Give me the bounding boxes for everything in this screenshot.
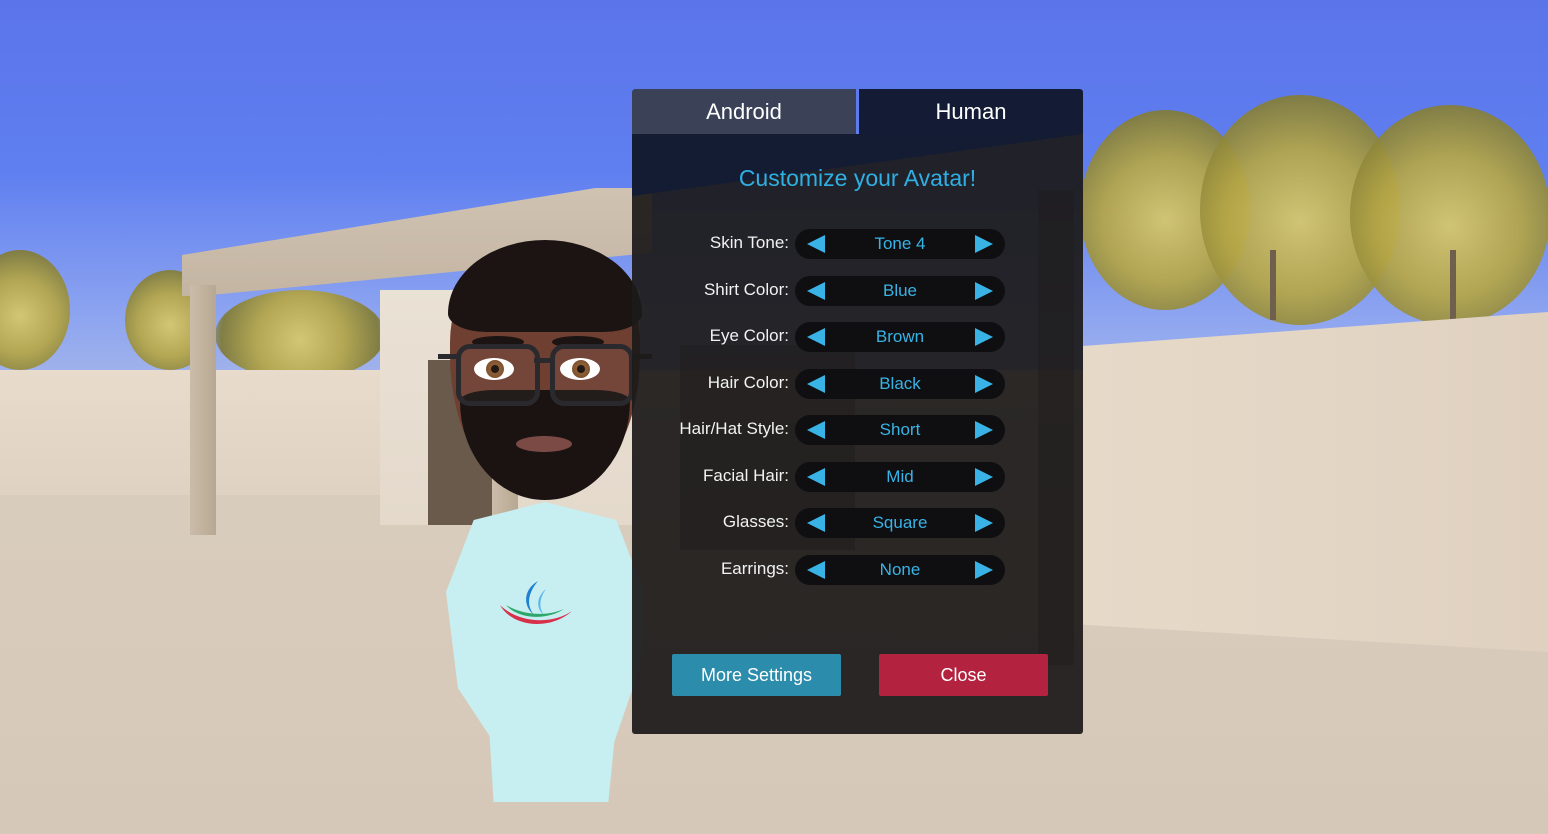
option-value: Tone 4 [874, 234, 926, 253]
hair-hat-style-selector: Short [795, 415, 1005, 445]
avatar-mouth [516, 436, 572, 452]
next-arrow-icon[interactable] [975, 235, 993, 253]
next-arrow-icon[interactable] [975, 561, 993, 579]
option-row-earrings: Earrings: None [632, 555, 1083, 585]
prev-arrow-icon[interactable] [807, 561, 825, 579]
next-arrow-icon[interactable] [975, 328, 993, 346]
avatar-glasses-lens [550, 344, 634, 406]
prev-arrow-icon[interactable] [807, 328, 825, 346]
option-label: Facial Hair: [703, 466, 789, 485]
prev-arrow-icon[interactable] [807, 421, 825, 439]
avatar-glasses-lens [456, 344, 540, 406]
glasses-selector: Square [795, 508, 1005, 538]
option-row-eye-color: Eye Color: Brown [632, 322, 1083, 352]
tab-bar: Android Human [632, 89, 1083, 134]
next-arrow-icon[interactable] [975, 421, 993, 439]
facial-hair-selector: Mid [795, 462, 1005, 492]
avatar-glasses-bridge [534, 358, 554, 363]
close-button[interactable]: Close [879, 654, 1048, 696]
option-row-hair-color: Hair Color: Black [632, 369, 1083, 399]
skin-tone-selector: Tone 4 [795, 229, 1005, 259]
pillar [190, 285, 216, 535]
next-arrow-icon[interactable] [975, 468, 993, 486]
avatar-customization-panel: Android Human Customize your Avatar! Ski… [632, 89, 1083, 734]
option-row-glasses: Glasses: Square [632, 508, 1083, 538]
prev-arrow-icon[interactable] [807, 235, 825, 253]
avatar-torso [446, 502, 644, 802]
more-settings-button[interactable]: More Settings [672, 654, 841, 696]
shirt-color-selector: Blue [795, 276, 1005, 306]
avatar-hair [448, 240, 642, 332]
panel-title: Customize your Avatar! [738, 165, 977, 191]
wall-right [1083, 312, 1548, 652]
prev-arrow-icon[interactable] [807, 468, 825, 486]
option-value: Mid [886, 467, 914, 486]
eye-color-selector: Brown [795, 322, 1005, 352]
option-row-facial-hair: Facial Hair: Mid [632, 462, 1083, 492]
next-arrow-icon[interactable] [975, 514, 993, 532]
avatar-preview [430, 240, 660, 810]
option-row-shirt-color: Shirt Color: Blue [632, 276, 1083, 306]
tree [215, 290, 385, 380]
option-label: Hair Color: [707, 373, 789, 392]
tree [1350, 105, 1548, 325]
prev-arrow-icon[interactable] [807, 282, 825, 300]
option-value: Black [879, 374, 921, 393]
option-value: Short [879, 420, 921, 439]
tree-trunk [1270, 250, 1276, 320]
option-label: Eye Color: [709, 326, 789, 345]
hair-color-selector: Black [795, 369, 1005, 399]
option-value: Square [872, 513, 928, 532]
option-value: Brown [875, 327, 925, 346]
prev-arrow-icon[interactable] [807, 514, 825, 532]
option-label: Skin Tone: [709, 233, 789, 252]
next-arrow-icon[interactable] [975, 282, 993, 300]
shirt-logo-icon [500, 581, 572, 624]
option-label: Hair/Hat Style: [679, 419, 789, 438]
tab-android[interactable]: Android [632, 89, 856, 134]
option-row-skin-tone: Skin Tone: Tone 4 [632, 229, 1083, 259]
option-row-hair-hat-style: Hair/Hat Style: Short [632, 415, 1083, 445]
avatar-glasses-temple [438, 354, 460, 359]
option-value: Blue [882, 281, 918, 300]
option-label: Glasses: [722, 512, 789, 531]
option-value: None [879, 560, 921, 579]
earrings-selector: None [795, 555, 1005, 585]
prev-arrow-icon[interactable] [807, 375, 825, 393]
next-arrow-icon[interactable] [975, 375, 993, 393]
tree-trunk [1450, 250, 1456, 320]
tab-human[interactable]: Human [859, 89, 1083, 134]
option-label: Shirt Color: [703, 280, 789, 299]
option-label: Earrings: [720, 559, 789, 578]
